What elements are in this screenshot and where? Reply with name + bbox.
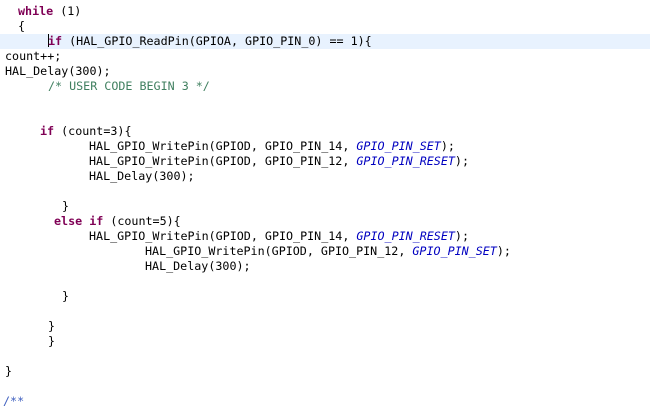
code-line[interactable]: HAL_Delay(300); bbox=[89, 169, 195, 184]
code-line[interactable]: count++; bbox=[5, 49, 61, 64]
code-line[interactable]: } bbox=[48, 319, 55, 334]
code-token: } bbox=[48, 334, 56, 348]
code-line[interactable]: } bbox=[62, 199, 69, 214]
code-line[interactable]: else if (count=5){ bbox=[54, 214, 181, 229]
code-line[interactable]: HAL_GPIO_WritePin(GPIOD, GPIO_PIN_14, GP… bbox=[89, 229, 469, 244]
code-line[interactable]: if (count=3){ bbox=[40, 124, 131, 139]
code-token: ); bbox=[454, 154, 469, 168]
code-line[interactable]: if (HAL_GPIO_ReadPin(GPIOA, GPIO_PIN_0) … bbox=[48, 34, 372, 49]
code-line[interactable]: { bbox=[18, 19, 25, 34]
code-line[interactable]: /* USER CODE BEGIN 3 */ bbox=[48, 79, 210, 94]
code-line[interactable]: } bbox=[48, 334, 55, 349]
code-token: HAL_GPIO_WritePin(GPIOD, GPIO_PIN_12, bbox=[145, 244, 413, 258]
code-token: ); bbox=[496, 244, 511, 258]
code-token: { bbox=[18, 19, 26, 33]
code-token: } bbox=[62, 199, 70, 213]
code-line[interactable]: HAL_GPIO_WritePin(GPIOD, GPIO_PIN_14, GP… bbox=[89, 139, 455, 154]
code-token: HAL_GPIO_WritePin(GPIOD, GPIO_PIN_14, bbox=[89, 139, 357, 153]
code-line[interactable]: } bbox=[62, 289, 69, 304]
code-line[interactable]: while (1) bbox=[18, 4, 81, 19]
code-token: /** bbox=[3, 394, 25, 408]
code-token: ); bbox=[454, 229, 469, 243]
code-token: HAL_GPIO_WritePin(GPIOD, GPIO_PIN_12, bbox=[89, 154, 357, 168]
code-token: GPIO_PIN_SET bbox=[356, 139, 441, 153]
code-token: if bbox=[48, 34, 63, 48]
code-editor[interactable]: while (1){if (HAL_GPIO_ReadPin(GPIOA, GP… bbox=[0, 0, 650, 408]
code-token: (count=3){ bbox=[54, 124, 132, 138]
code-token: (1) bbox=[53, 4, 82, 18]
code-token: HAL_Delay(300); bbox=[89, 169, 195, 183]
code-line[interactable]: HAL_Delay(300); bbox=[5, 64, 111, 79]
code-line[interactable]: /** bbox=[3, 394, 24, 409]
code-token: GPIO_PIN_RESET bbox=[356, 229, 455, 243]
code-token: } bbox=[48, 319, 56, 333]
code-line[interactable]: } bbox=[5, 364, 12, 379]
code-token: ); bbox=[440, 139, 455, 153]
code-token: } bbox=[5, 364, 13, 378]
code-token: HAL_Delay(300); bbox=[5, 64, 111, 78]
code-token: count++; bbox=[5, 49, 62, 63]
code-token: HAL_Delay(300); bbox=[145, 259, 251, 273]
code-token: (HAL_GPIO_ReadPin(GPIOA, GPIO_PIN_0) == … bbox=[62, 34, 372, 48]
code-token: (count=5){ bbox=[103, 214, 181, 228]
code-line[interactable]: HAL_GPIO_WritePin(GPIOD, GPIO_PIN_12, GP… bbox=[89, 154, 469, 169]
code-token: while bbox=[18, 4, 54, 18]
code-token: HAL_GPIO_WritePin(GPIOD, GPIO_PIN_14, bbox=[89, 229, 357, 243]
code-token: if bbox=[89, 214, 104, 228]
code-token: } bbox=[62, 289, 70, 303]
code-token: GPIO_PIN_RESET bbox=[356, 154, 455, 168]
code-line[interactable]: HAL_Delay(300); bbox=[145, 259, 251, 274]
code-token: GPIO_PIN_SET bbox=[412, 244, 497, 258]
code-token: /* USER CODE BEGIN 3 */ bbox=[48, 79, 210, 93]
code-line[interactable]: HAL_GPIO_WritePin(GPIOD, GPIO_PIN_12, GP… bbox=[145, 244, 511, 259]
code-token: else bbox=[54, 214, 83, 228]
code-token: if bbox=[40, 124, 55, 138]
